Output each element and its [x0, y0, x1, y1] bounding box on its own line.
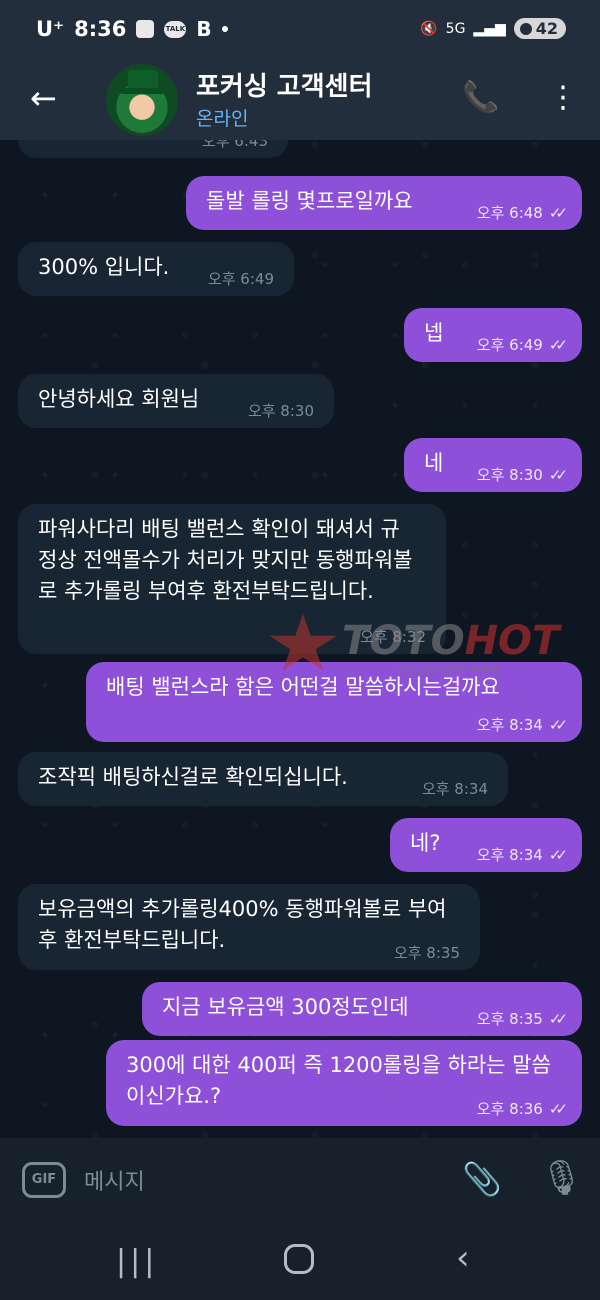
b-icon: B [196, 17, 212, 41]
chat-title[interactable]: 포커싱 고객센터 [196, 66, 373, 103]
recent-apps-icon[interactable]: ||| [116, 1244, 158, 1279]
message-bubble-incoming[interactable]: 안녕하세요 회원님 오후 8:30 [18, 374, 334, 428]
status-left: U⁺ 8:36 TALK B [36, 17, 228, 41]
message-time: 오후 8:30 ✓✓ [476, 466, 568, 484]
double-check-icon: ✓✓ [548, 204, 568, 222]
message-bubble-outgoing[interactable]: 지금 보유금액 300정도인데 오후 8:35 ✓✓ [142, 982, 582, 1036]
double-check-icon: ✓✓ [548, 1010, 568, 1028]
online-status: 온라인 [196, 108, 249, 130]
double-check-icon: ✓✓ [548, 716, 568, 734]
message-time: 오후 6:43 [201, 140, 268, 150]
message-input-bar: GIF 메시지 📎 🎙 [0, 1138, 600, 1222]
message-time: 오후 8:34 [421, 780, 488, 798]
chat-header: ← 포커싱 고객센터 온라인 📞 ⋮ [0, 60, 600, 140]
more-notifications-dot [221, 26, 228, 32]
message-time: 오후 8:34 ✓✓ [476, 846, 568, 864]
message-time: 오후 8:34 ✓✓ [476, 716, 568, 734]
message-bubble-incoming[interactable]: 300% 입니다. 오후 6:49 [18, 242, 294, 296]
message-bubble-outgoing[interactable]: 배팅 밸런스라 함은 어떤걸 말씀하시는걸까요 오후 8:34 ✓✓ [86, 662, 582, 742]
nav-back-icon[interactable]: ‹ [456, 1238, 470, 1278]
message-bubble-outgoing[interactable]: 네 오후 8:30 ✓✓ [404, 438, 582, 492]
message-bubble-outgoing[interactable]: 300에 대한 400퍼 즉 1200롤링을 하라는 말씀이신가요.? 오후 8… [106, 1040, 582, 1126]
message-bubble-incoming[interactable]: 오후 6:43 [18, 140, 288, 158]
message-text: 배팅 밸런스라 함은 어떤걸 말씀하시는걸까요 [106, 675, 500, 699]
message-bubble-outgoing[interactable]: 돌발 롤링 몇프로일까요 오후 6:48 ✓✓ [186, 176, 582, 230]
gif-icon[interactable]: GIF [22, 1162, 66, 1198]
status-bar: U⁺ 8:36 TALK B 🔇 5G ▂▄▆ 42 [0, 0, 600, 60]
avatar[interactable] [106, 64, 178, 136]
message-bubble-incoming[interactable]: 파워사다리 배팅 밸런스 확인이 돼셔서 규정상 전액몰수가 처리가 맞지만 동… [18, 504, 446, 654]
talk-icon: TALK [164, 20, 187, 38]
message-time: 오후 8:35 ✓✓ [476, 1010, 568, 1028]
avatar-hat-brim [120, 88, 166, 94]
back-arrow-icon[interactable]: ← [30, 80, 57, 116]
message-bubble-incoming[interactable]: 조작픽 배팅하신걸로 확인되십니다. 오후 8:34 [18, 752, 508, 806]
clock: 8:36 [74, 17, 127, 41]
double-check-icon: ✓✓ [548, 846, 568, 864]
mute-icon: 🔇 [420, 20, 438, 37]
more-vertical-icon[interactable]: ⋮ [548, 80, 578, 115]
double-check-icon: ✓✓ [548, 336, 568, 354]
network-5g-icon: 5G [445, 20, 466, 37]
double-check-icon: ✓✓ [548, 466, 568, 484]
signal-icon: ▂▄▆ [473, 20, 506, 37]
home-icon[interactable] [284, 1244, 314, 1274]
message-time: 오후 6:48 ✓✓ [476, 204, 568, 222]
system-nav-bar: ||| ‹ [0, 1222, 600, 1300]
message-time: 오후 8:30 [247, 402, 314, 420]
notification-icon [136, 20, 155, 38]
attach-icon[interactable]: 📎 [462, 1160, 502, 1198]
phone-icon[interactable]: 📞 [462, 80, 499, 115]
message-input[interactable]: 메시지 [84, 1164, 145, 1196]
message-bubble-outgoing[interactable]: 넵 오후 6:49 ✓✓ [404, 308, 582, 362]
double-check-icon: ✓✓ [548, 1100, 568, 1118]
status-right: 🔇 5G ▂▄▆ 42 [420, 18, 566, 39]
message-time: 오후 8:35 [393, 944, 460, 962]
message-time: 오후 6:49 ✓✓ [476, 336, 568, 354]
message-list[interactable]: 오후 6:43 돌발 롤링 몇프로일까요 오후 6:48 ✓✓ 300% 입니다.… [0, 140, 600, 1138]
carrier-label: U⁺ [36, 17, 65, 41]
message-bubble-outgoing[interactable]: 네? 오후 8:34 ✓✓ [390, 818, 582, 872]
mic-icon[interactable]: 🎙 [540, 1158, 583, 1198]
message-time: 오후 8:32 [359, 628, 426, 646]
battery-icon: 42 [513, 18, 566, 39]
message-bubble-incoming[interactable]: 보유금액의 추가롤링400% 동행파워볼로 부여후 환전부탁드립니다. 오후 8… [18, 884, 480, 970]
message-time: 오후 8:36 ✓✓ [476, 1100, 568, 1118]
message-text: 파워사다리 배팅 밸런스 확인이 돼셔서 규정상 전액몰수가 처리가 맞지만 동… [38, 517, 413, 603]
message-time: 오후 6:49 [207, 270, 274, 288]
